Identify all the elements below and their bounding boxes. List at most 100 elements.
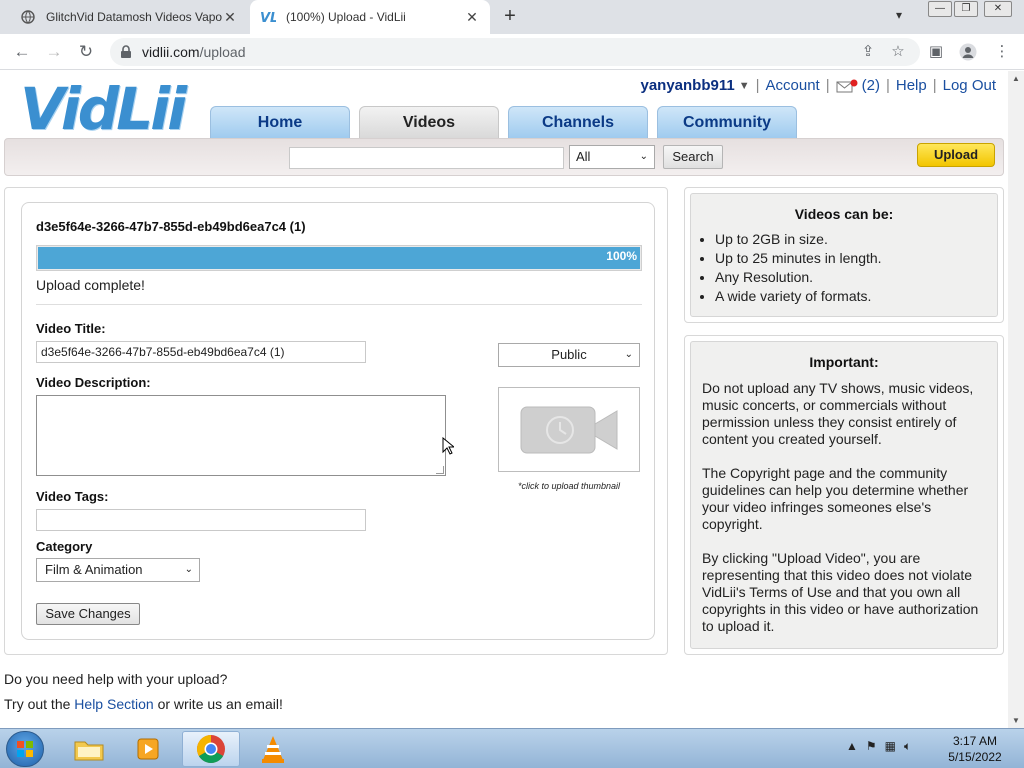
username-link[interactable]: yanyanbb911 <box>640 77 734 94</box>
important-paragraph-3: By clicking "Upload Video", you are repr… <box>702 550 979 634</box>
tab-home[interactable]: Home <box>210 106 350 138</box>
scroll-down-icon[interactable]: ▼ <box>1012 716 1020 725</box>
privacy-select[interactable]: Public ⌄ <box>498 343 640 367</box>
user-navigation: yanyanbb911 ▼ | Account | (2) | Help | L… <box>640 77 996 94</box>
tab-channels[interactable]: Channels <box>508 106 648 138</box>
back-icon[interactable]: ← <box>12 42 32 62</box>
messages-envelope-icon[interactable] <box>836 79 858 93</box>
video-title-input[interactable]: d3e5f64e-3266-47b7-855d-eb49bd6ea7c4 (1) <box>36 341 366 363</box>
help-link[interactable]: Help <box>896 77 927 94</box>
system-clock[interactable]: 3:17 AM 5/15/2022 <box>940 733 1010 765</box>
share-icon[interactable]: ⇪ <box>858 43 878 61</box>
help-suffix: or write us an email! <box>153 696 283 712</box>
close-window-button[interactable]: ✕ <box>984 1 1012 17</box>
clock-date: 5/15/2022 <box>948 750 1002 764</box>
chrome-taskbar-button[interactable] <box>182 731 240 767</box>
search-button[interactable]: Search <box>663 145 723 169</box>
video-tags-input[interactable] <box>36 509 366 531</box>
vidlii-logo[interactable]: VidLii <box>20 75 187 143</box>
minimize-window-button[interactable]: — <box>928 1 952 17</box>
category-value: Film & Animation <box>45 562 143 577</box>
lock-icon <box>120 45 134 59</box>
show-hidden-icons-icon[interactable]: ▲ <box>846 739 858 754</box>
thumbnail-upload[interactable] <box>498 387 640 472</box>
svg-text:VL: VL <box>260 11 276 24</box>
profile-avatar-icon[interactable] <box>958 43 978 61</box>
media-player-icon <box>137 738 159 760</box>
upload-progress-bar: 100% <box>36 245 642 271</box>
reload-icon[interactable]: ↻ <box>76 42 96 62</box>
video-title-label: Video Title: <box>36 321 106 336</box>
vlc-taskbar-button[interactable] <box>244 731 302 767</box>
tab-videos[interactable]: Videos <box>359 106 499 138</box>
help-line: Try out the Help Section or write us an … <box>4 696 283 712</box>
search-category-value: All <box>576 149 591 164</box>
videos-can-be-list: Up to 2GB in size. Up to 25 minutes in l… <box>715 230 882 306</box>
side-panel-icon[interactable]: ▣ <box>926 43 946 61</box>
uploaded-filename: d3e5f64e-3266-47b7-855d-eb49bd6ea7c4 (1) <box>36 219 306 234</box>
new-tab-button[interactable]: + <box>500 6 520 26</box>
important-paragraph-1: Do not upload any TV shows, music videos… <box>702 380 974 447</box>
help-section-link[interactable]: Help Section <box>74 696 153 712</box>
search-bar: All ⌄ Search Upload <box>4 138 1004 176</box>
search-category-select[interactable]: All ⌄ <box>569 145 655 169</box>
list-item: Any Resolution. <box>715 268 882 287</box>
volume-icon[interactable]: 🔈︎ <box>904 739 911 754</box>
page-scrollbar[interactable]: ▲ ▼ <box>1008 71 1024 728</box>
scroll-up-icon[interactable]: ▲ <box>1012 74 1020 83</box>
important-paragraph-2: The Copyright page and the community gui… <box>702 465 969 532</box>
bookmark-star-icon[interactable]: ☆ <box>888 43 908 61</box>
logout-link[interactable]: Log Out <box>943 77 996 94</box>
forward-icon[interactable]: → <box>44 42 64 62</box>
network-icon[interactable]: ▦ <box>885 739 896 754</box>
restore-window-button[interactable]: ❐ <box>954 1 978 17</box>
account-link[interactable]: Account <box>766 77 820 94</box>
thumbnail-caption: *click to upload thumbnail <box>517 481 621 491</box>
browser-tab-upload[interactable]: VL (100%) Upload - VidLii ✕ <box>250 0 490 34</box>
browser-tab-bar: GlitchVid Datamosh Videos Vapo ✕ VL (100… <box>0 0 1024 34</box>
system-tray: ▲ ⚑ ▦ 🔈︎ <box>846 739 911 754</box>
media-player-taskbar-button[interactable] <box>120 731 178 767</box>
list-item: Up to 25 minutes in length. <box>715 249 882 268</box>
close-tab-icon[interactable]: ✕ <box>464 9 480 26</box>
browser-tab-glitchvid[interactable]: GlitchVid Datamosh Videos Vapo ✕ <box>10 0 248 34</box>
search-input[interactable] <box>289 147 564 169</box>
save-changes-button[interactable]: Save Changes <box>36 603 140 625</box>
video-camera-icon <box>520 406 618 453</box>
vlc-cone-icon <box>262 736 284 763</box>
url-field[interactable]: vidlii.com/upload <box>110 38 920 66</box>
list-item: A wide variety of formats. <box>715 287 882 306</box>
user-dropdown-chevron-icon[interactable]: ▼ <box>739 80 750 92</box>
help-question: Do you need help with your upload? <box>4 671 228 687</box>
tab-community[interactable]: Community <box>657 106 797 138</box>
action-center-flag-icon[interactable]: ⚑ <box>866 739 877 754</box>
windows-logo-icon <box>17 741 33 757</box>
privacy-value: Public <box>551 347 587 362</box>
close-tab-icon[interactable]: ✕ <box>222 9 238 26</box>
tab-search-chevron-icon[interactable]: ▾ <box>896 8 902 22</box>
category-select[interactable]: Film & Animation ⌄ <box>36 558 200 582</box>
start-button[interactable] <box>6 731 44 767</box>
file-explorer-taskbar-button[interactable] <box>60 731 118 767</box>
video-description-label: Video Description: <box>36 375 151 390</box>
chevron-down-icon: ⌄ <box>639 151 648 162</box>
progress-fill <box>38 247 640 269</box>
menu-kebab-icon[interactable]: ⋮ <box>992 43 1012 61</box>
video-tags-label: Video Tags: <box>36 489 109 504</box>
messages-count-link[interactable]: (2) <box>862 77 880 94</box>
vidlii-upload-page: VidLii yanyanbb911 ▼ | Account | (2) | H… <box>0 71 1008 728</box>
tab-title: (100%) Upload - VidLii <box>286 10 406 24</box>
important-box: Important: Do not upload any TV shows, m… <box>684 335 1004 655</box>
address-bar: ← → ↻ vidlii.com/upload ⇪ ☆ ▣ ⋮ <box>0 34 1024 70</box>
upload-form: d3e5f64e-3266-47b7-855d-eb49bd6ea7c4 (1)… <box>21 202 655 640</box>
chrome-icon <box>197 735 225 763</box>
upload-button[interactable]: Upload <box>917 143 995 167</box>
chevron-down-icon: ⌄ <box>184 564 193 575</box>
clock-time: 3:17 AM <box>952 734 998 748</box>
resize-handle-icon[interactable] <box>436 466 444 474</box>
folder-icon <box>74 741 104 761</box>
list-item: Up to 2GB in size. <box>715 230 882 249</box>
video-description-textarea[interactable] <box>36 395 446 476</box>
help-prefix: Try out the <box>4 696 75 712</box>
divider <box>36 304 642 305</box>
